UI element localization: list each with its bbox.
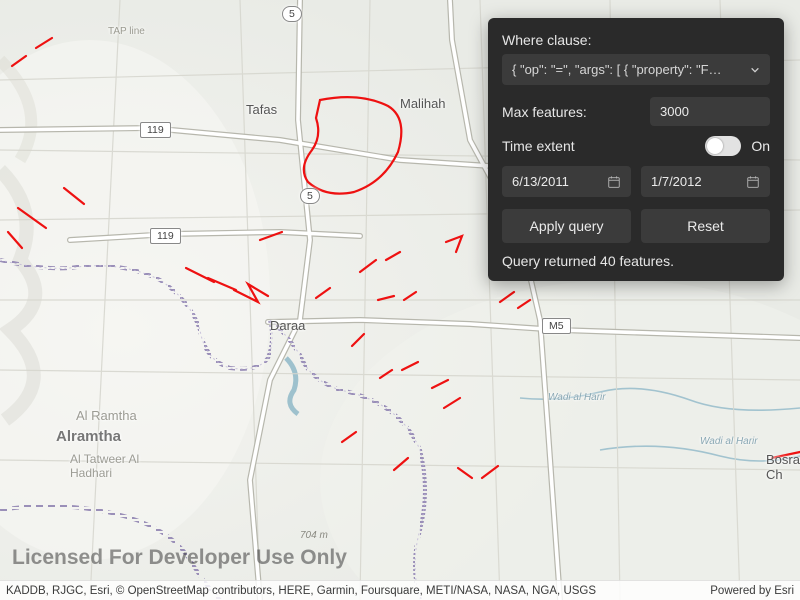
map-app: TAP line Tafas Malihah Daraa Al Ramtha A… xyxy=(0,0,800,600)
where-clause-value: { "op": "=", "args": [ { "property": "F… xyxy=(512,62,722,77)
label-tafas: Tafas xyxy=(246,102,277,117)
date-from-value: 6/13/2011 xyxy=(512,174,569,189)
label-bosra: Bosra Ch xyxy=(766,452,800,482)
label-wadi2: Wadi al Harir xyxy=(700,436,758,447)
reset-button[interactable]: Reset xyxy=(641,209,770,243)
where-label: Where clause: xyxy=(502,32,770,48)
where-clause-select[interactable]: { "op": "=", "args": [ { "property": "F… xyxy=(502,54,770,85)
license-watermark: Licensed For Developer Use Only xyxy=(12,546,347,570)
date-to-input[interactable]: 1/7/2012 xyxy=(641,166,770,197)
calendar-icon xyxy=(746,175,760,189)
attribution-left: KADDB, RJGC, Esri, © OpenStreetMap contr… xyxy=(6,581,596,600)
attribution-right: Powered by Esri xyxy=(710,581,794,600)
query-panel: Where clause: { "op": "=", "args": [ { "… xyxy=(488,18,784,281)
label-altatweer: Al Tatweer Al Hadhari xyxy=(70,452,139,480)
maxfeat-label: Max features: xyxy=(502,104,638,120)
label-alramtha: Alramtha xyxy=(56,428,121,445)
label-wadi1: Wadi al Harir xyxy=(548,392,606,403)
max-features-input[interactable] xyxy=(650,97,770,126)
chevron-down-icon xyxy=(750,65,760,75)
date-from-input[interactable]: 6/13/2011 xyxy=(502,166,631,197)
label-tap-line: TAP line xyxy=(108,26,145,37)
date-to-value: 1/7/2012 xyxy=(651,174,702,189)
apply-query-button[interactable]: Apply query xyxy=(502,209,631,243)
shield-119-b: 119 xyxy=(150,228,181,244)
toggle-state-label: On xyxy=(751,138,770,154)
calendar-icon xyxy=(607,175,621,189)
shield-5-mid: 5 xyxy=(300,188,320,204)
label-alramtha-ar: Al Ramtha xyxy=(76,408,137,423)
elevation-label: 704 m xyxy=(300,530,328,541)
attribution-bar: KADDB, RJGC, Esri, © OpenStreetMap contr… xyxy=(0,580,800,600)
timeextent-label: Time extent xyxy=(502,138,693,154)
label-daraa: Daraa xyxy=(270,318,305,333)
time-extent-toggle[interactable]: On xyxy=(705,136,770,156)
shield-5-top: 5 xyxy=(282,6,302,22)
shield-119-a: 119 xyxy=(140,122,171,138)
label-malihah: Malihah xyxy=(400,96,446,111)
shield-m5-b: M5 xyxy=(542,318,571,334)
query-status: Query returned 40 features. xyxy=(502,253,770,269)
